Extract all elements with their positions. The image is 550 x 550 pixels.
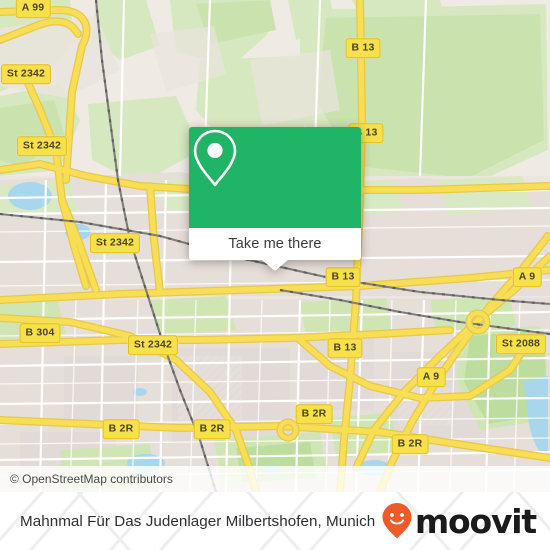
map-canvas[interactable]: A 99 B 13 St 2342 St 2342 B 13 St 2342 B… [0,0,550,492]
road-shield: A 99 [15,0,51,18]
map-screenshot: A 99 B 13 St 2342 St 2342 B 13 St 2342 B… [0,0,550,550]
road-shield: B 2R [295,404,333,424]
popup-header [189,127,361,228]
take-me-there-label: Take me there [228,236,322,252]
road-shield: B 2R [102,419,140,439]
popup-footer[interactable]: Take me there [189,228,361,271]
road-shield: B 13 [345,38,381,58]
map-attribution-bar: © OpenStreetMap contributors [0,466,550,492]
road-shield: B 13 [325,267,361,287]
road-shield: St 2342 [127,335,179,355]
moovit-logo[interactable]: moovit [381,501,537,541]
location-popup-card[interactable]: Take me there [189,127,361,271]
road-shield: B 304 [19,323,61,343]
road-shield: B 13 [327,338,363,358]
road-shield: St 2342 [16,136,68,156]
attribution-text: © OpenStreetMap contributors [10,472,173,486]
page-title: Mahnmal Für Das Judenlager Milbertshofen… [20,512,376,530]
moovit-smiley-pin-icon [382,503,412,539]
road-shield: A 9 [416,367,446,387]
moovit-wordmark: moovit [414,501,537,541]
location-pin-icon [193,129,237,187]
road-shield: A 9 [512,267,542,287]
popup-pointer [262,260,288,271]
road-shield: St 2088 [495,334,547,354]
road-shield: B 2R [391,434,429,454]
road-shield: B 2R [193,419,231,439]
road-shield: St 2342 [0,64,52,84]
road-shield: St 2342 [89,233,141,253]
title-bar: Mahnmal Für Das Judenlager Milbertshofen… [0,492,550,550]
